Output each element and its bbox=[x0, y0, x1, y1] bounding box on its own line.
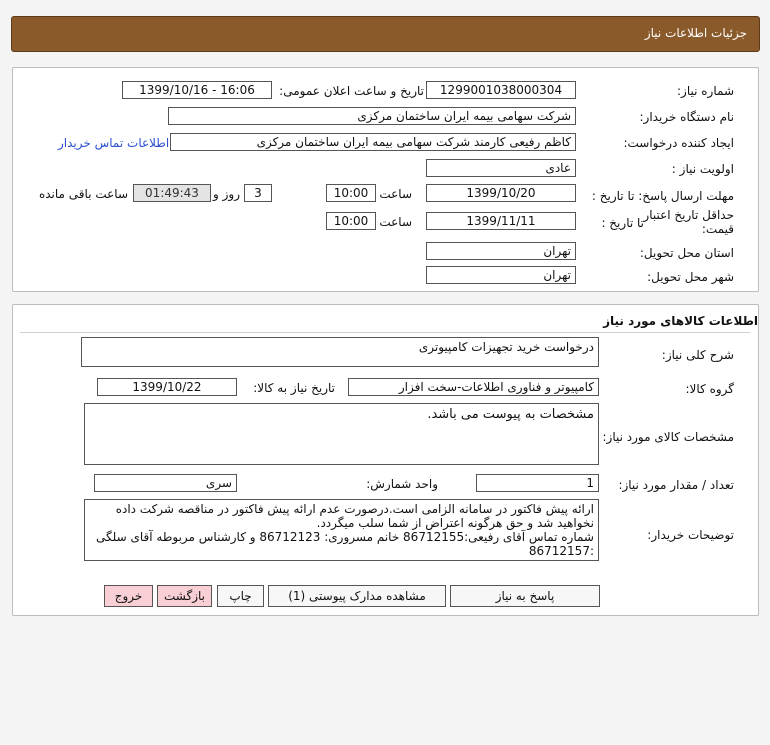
deadline-label: مهلت ارسال پاسخ: تا تاریخ : bbox=[591, 189, 734, 203]
view-attachments-button[interactable]: مشاهده مدارک پیوستی (1) bbox=[268, 585, 446, 607]
back-button[interactable]: بازگشت bbox=[157, 585, 212, 607]
specs-field: مشخصات به پیوست می باشد. bbox=[84, 403, 599, 465]
validity-time-field: 10:00 bbox=[326, 212, 376, 230]
creator-field: کاظم رفیعی کارمند شرکت سهامی بیمه ایران … bbox=[170, 133, 576, 151]
need-number-label: شماره نیاز: bbox=[677, 84, 734, 98]
validity-time-label: ساعت bbox=[379, 215, 412, 229]
group-label: گروه کالا: bbox=[685, 382, 735, 396]
remaining-label: ساعت باقی مانده bbox=[38, 187, 128, 201]
priority-field: عادی bbox=[426, 159, 576, 177]
validity-label-line2: قیمت: bbox=[701, 222, 734, 236]
announce-field: 1399/10/16 - 16:06 bbox=[122, 81, 272, 99]
days-remaining-field: 3 bbox=[244, 184, 272, 202]
print-button[interactable]: چاپ bbox=[217, 585, 264, 607]
unit-field: سری bbox=[94, 474, 237, 492]
remaining-time-field: 01:49:43 bbox=[133, 184, 211, 202]
summary-label: شرح کلی نیاز: bbox=[661, 348, 734, 362]
announce-label: تاریخ و ساعت اعلان عمومی: bbox=[279, 84, 424, 98]
priority-label: اولویت نیاز : bbox=[671, 162, 734, 176]
buyer-notes-field: ارائه پیش فاکتور در سامانه الزامی است.در… bbox=[84, 499, 599, 561]
city-label: شهر محل تحویل: bbox=[647, 270, 734, 284]
section-divider bbox=[20, 332, 750, 333]
buyer-label: نام دستگاه خریدار: bbox=[639, 110, 735, 124]
buyer-notes-label: توضیحات خریدار: bbox=[647, 528, 734, 542]
deadline-date-field: 1399/10/20 bbox=[426, 184, 576, 202]
unit-label: واحد شمارش: bbox=[366, 477, 438, 491]
reply-button[interactable]: پاسخ به نیاز bbox=[450, 585, 600, 607]
province-field: تهران bbox=[426, 242, 576, 260]
qty-label: تعداد / مقدار مورد نیاز: bbox=[618, 478, 734, 492]
deadline-time-label: ساعت bbox=[379, 187, 412, 201]
need-date-label: تاریخ نیاز به کالا: bbox=[253, 381, 335, 395]
validity-to-label: تا تاریخ : bbox=[601, 216, 644, 230]
province-label: استان محل تحویل: bbox=[639, 246, 734, 260]
qty-field: 1 bbox=[476, 474, 599, 492]
days-label: روز و bbox=[213, 187, 240, 201]
page-title: جزئیات اطلاعات نیاز bbox=[644, 26, 747, 40]
deadline-time-field: 10:00 bbox=[326, 184, 376, 202]
page-header: جزئیات اطلاعات نیاز bbox=[11, 16, 760, 52]
specs-label: مشخصات کالای مورد نیاز: bbox=[602, 430, 734, 444]
need-date-field: 1399/10/22 bbox=[97, 378, 237, 396]
validity-label-line1: حداقل تاریخ اعتبار bbox=[643, 208, 734, 222]
buyer-contact-link[interactable]: اطلاعات تماس خریدار bbox=[58, 136, 169, 150]
group-field: کامپیوتر و فناوری اطلاعات-سخت افزار bbox=[348, 378, 599, 396]
summary-field: درخواست خرید تجهیزات کامپیوتری bbox=[81, 337, 599, 367]
exit-button[interactable]: خروج bbox=[104, 585, 153, 607]
city-field: تهران bbox=[426, 266, 576, 284]
buyer-field: شرکت سهامی بیمه ایران ساختمان مرکزی bbox=[168, 107, 576, 125]
validity-date-field: 1399/11/11 bbox=[426, 212, 576, 230]
need-number-field: 1299001038000304 bbox=[426, 81, 576, 99]
creator-label: ایجاد کننده درخواست: bbox=[623, 136, 734, 150]
goods-section-title: اطلاعات کالاهای مورد نیاز bbox=[603, 314, 758, 328]
